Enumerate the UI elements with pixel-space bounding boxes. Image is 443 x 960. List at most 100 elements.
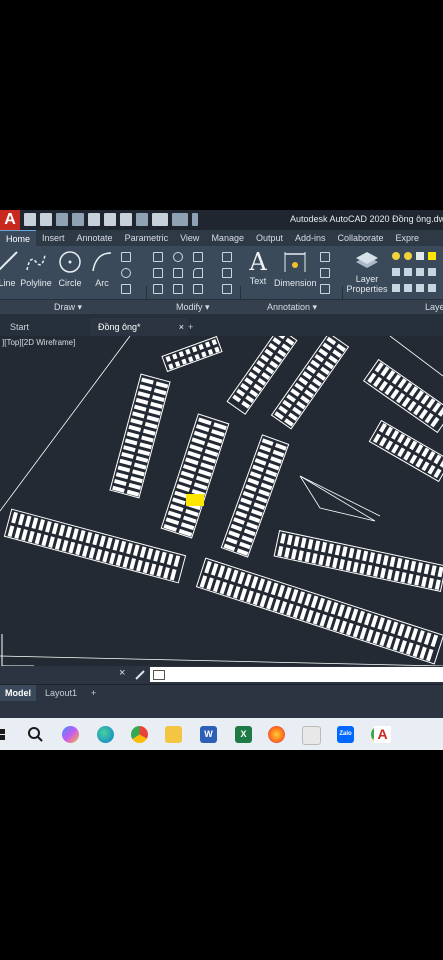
line-icon [0, 251, 18, 271]
dimension-tool[interactable]: Dimension [274, 250, 317, 288]
ribbon-tabs: Home Insert Annotate Parametric View Man… [0, 230, 443, 246]
autocad-icon: A [374, 726, 391, 743]
window-title: Autodesk AutoCAD 2020 Đồng ông.dwg [290, 214, 443, 224]
site-plan-drawing [0, 336, 443, 666]
annotation-table-icon[interactable] [320, 284, 330, 294]
zalo-icon[interactable]: Zalo [337, 726, 354, 743]
tab-current-drawing[interactable]: Đồng ông* × [90, 318, 188, 336]
boundary-line [299, 475, 381, 517]
excel-icon[interactable]: X [235, 726, 252, 743]
tab-model[interactable]: Model [0, 685, 36, 701]
trim-icon[interactable] [193, 252, 203, 262]
search-icon[interactable] [27, 726, 44, 743]
layers-panel-title[interactable]: Laye [425, 302, 443, 312]
layer-properties-tool[interactable]: Layer Properties [345, 250, 389, 294]
tab-home[interactable]: Home [0, 230, 37, 246]
web-icon[interactable] [104, 213, 116, 226]
layer-properties-icon [356, 252, 378, 268]
word-icon[interactable]: W [200, 726, 217, 743]
windows-icon[interactable] [0, 726, 17, 743]
layer-properties-label-1: Layer [355, 274, 379, 284]
tab-layout1[interactable]: Layout1 [40, 685, 82, 701]
polyline-icon [26, 254, 46, 271]
save-as-icon[interactable] [72, 213, 84, 226]
circle-tool[interactable]: Circle [56, 250, 84, 288]
application-menu-button[interactable]: A [0, 210, 20, 230]
move-icon[interactable] [153, 252, 163, 262]
chrome-icon[interactable] [131, 726, 148, 743]
building-block [160, 413, 230, 539]
viewport-controls[interactable]: ][Top][2D Wireframe] [2, 338, 75, 347]
arc-label: Arc [95, 278, 109, 288]
mirror-icon[interactable] [173, 268, 183, 278]
arc-tool[interactable]: Arc [89, 250, 115, 288]
hatch-icon[interactable] [121, 268, 131, 278]
explode-icon[interactable] [222, 268, 232, 278]
file-explorer-icon[interactable] [165, 726, 182, 743]
boundary-line [389, 336, 443, 377]
text-tool[interactable]: A Text [245, 250, 271, 286]
tab-express[interactable]: Expre [390, 230, 426, 246]
customize-qat-icon[interactable] [192, 213, 198, 226]
modify-panel-title[interactable]: Modify ▾ [176, 302, 210, 313]
tab-output[interactable]: Output [250, 230, 289, 246]
quick-access-toolbar [24, 213, 198, 226]
fillet-icon[interactable] [193, 268, 203, 278]
building-block [273, 530, 443, 592]
tab-insert[interactable]: Insert [36, 230, 71, 246]
stretch-icon[interactable] [153, 284, 163, 294]
tab-add-ins[interactable]: Add-ins [289, 230, 332, 246]
polyline-tool[interactable]: Polyline [20, 250, 52, 288]
tab-start[interactable]: Start [2, 318, 37, 336]
rectangle-icon[interactable] [121, 252, 131, 262]
building-block [220, 434, 290, 558]
triangle-plot [299, 475, 376, 522]
linear-dim-icon[interactable] [320, 252, 330, 262]
rotate-icon[interactable] [173, 252, 183, 262]
selected-lot[interactable] [186, 494, 204, 506]
tab-parametric[interactable]: Parametric [119, 230, 175, 246]
table-icon[interactable] [121, 284, 131, 294]
leader-icon[interactable] [320, 268, 330, 278]
draw-panel-title[interactable]: Draw ▾ [54, 302, 82, 313]
edge-icon[interactable] [97, 726, 114, 743]
layer-state-icons[interactable] [392, 252, 443, 302]
cloud-icon[interactable] [88, 213, 100, 226]
tab-annotate[interactable]: Annotate [71, 230, 119, 246]
plot-icon[interactable] [120, 213, 132, 226]
arc-icon [92, 252, 112, 272]
tab-collaborate[interactable]: Collaborate [332, 230, 390, 246]
scale-icon[interactable] [173, 284, 183, 294]
command-input[interactable] [150, 667, 443, 682]
command-customize-icon[interactable] [134, 669, 146, 681]
polyline-label: Polyline [20, 278, 52, 288]
drawing-canvas[interactable]: ][Top][2D Wireframe] [0, 336, 443, 666]
command-close-icon[interactable]: × [119, 667, 125, 679]
boundary-line [0, 336, 131, 512]
tab-manage[interactable]: Manage [205, 230, 250, 246]
firefox-icon[interactable] [268, 726, 285, 743]
tab-view[interactable]: View [174, 230, 205, 246]
print-icon[interactable] [136, 213, 148, 226]
windows-taskbar: W X Zalo A [0, 718, 443, 750]
command-line: × [0, 666, 443, 684]
open-file-icon[interactable] [40, 213, 52, 226]
erase-icon[interactable] [222, 252, 232, 262]
save-icon[interactable] [56, 213, 68, 226]
copy-icon[interactable] [153, 268, 163, 278]
new-tab-button[interactable]: + [180, 318, 201, 336]
add-layout-button[interactable]: + [86, 685, 101, 701]
circle-icon [59, 251, 81, 273]
copilot-icon[interactable] [62, 726, 79, 743]
new-file-icon[interactable] [24, 213, 36, 226]
building-block [270, 336, 350, 430]
redo-icon[interactable] [172, 213, 188, 226]
annotation-panel-title[interactable]: Annotation ▾ [267, 302, 317, 313]
command-history-icon[interactable] [153, 670, 165, 680]
undo-icon[interactable] [152, 213, 168, 226]
array-icon[interactable] [193, 284, 203, 294]
autocad-taskbar-button[interactable]: A [366, 718, 398, 750]
offset-icon[interactable] [222, 284, 232, 294]
app-icon[interactable] [302, 726, 321, 745]
line-tool[interactable]: Line [0, 250, 22, 288]
